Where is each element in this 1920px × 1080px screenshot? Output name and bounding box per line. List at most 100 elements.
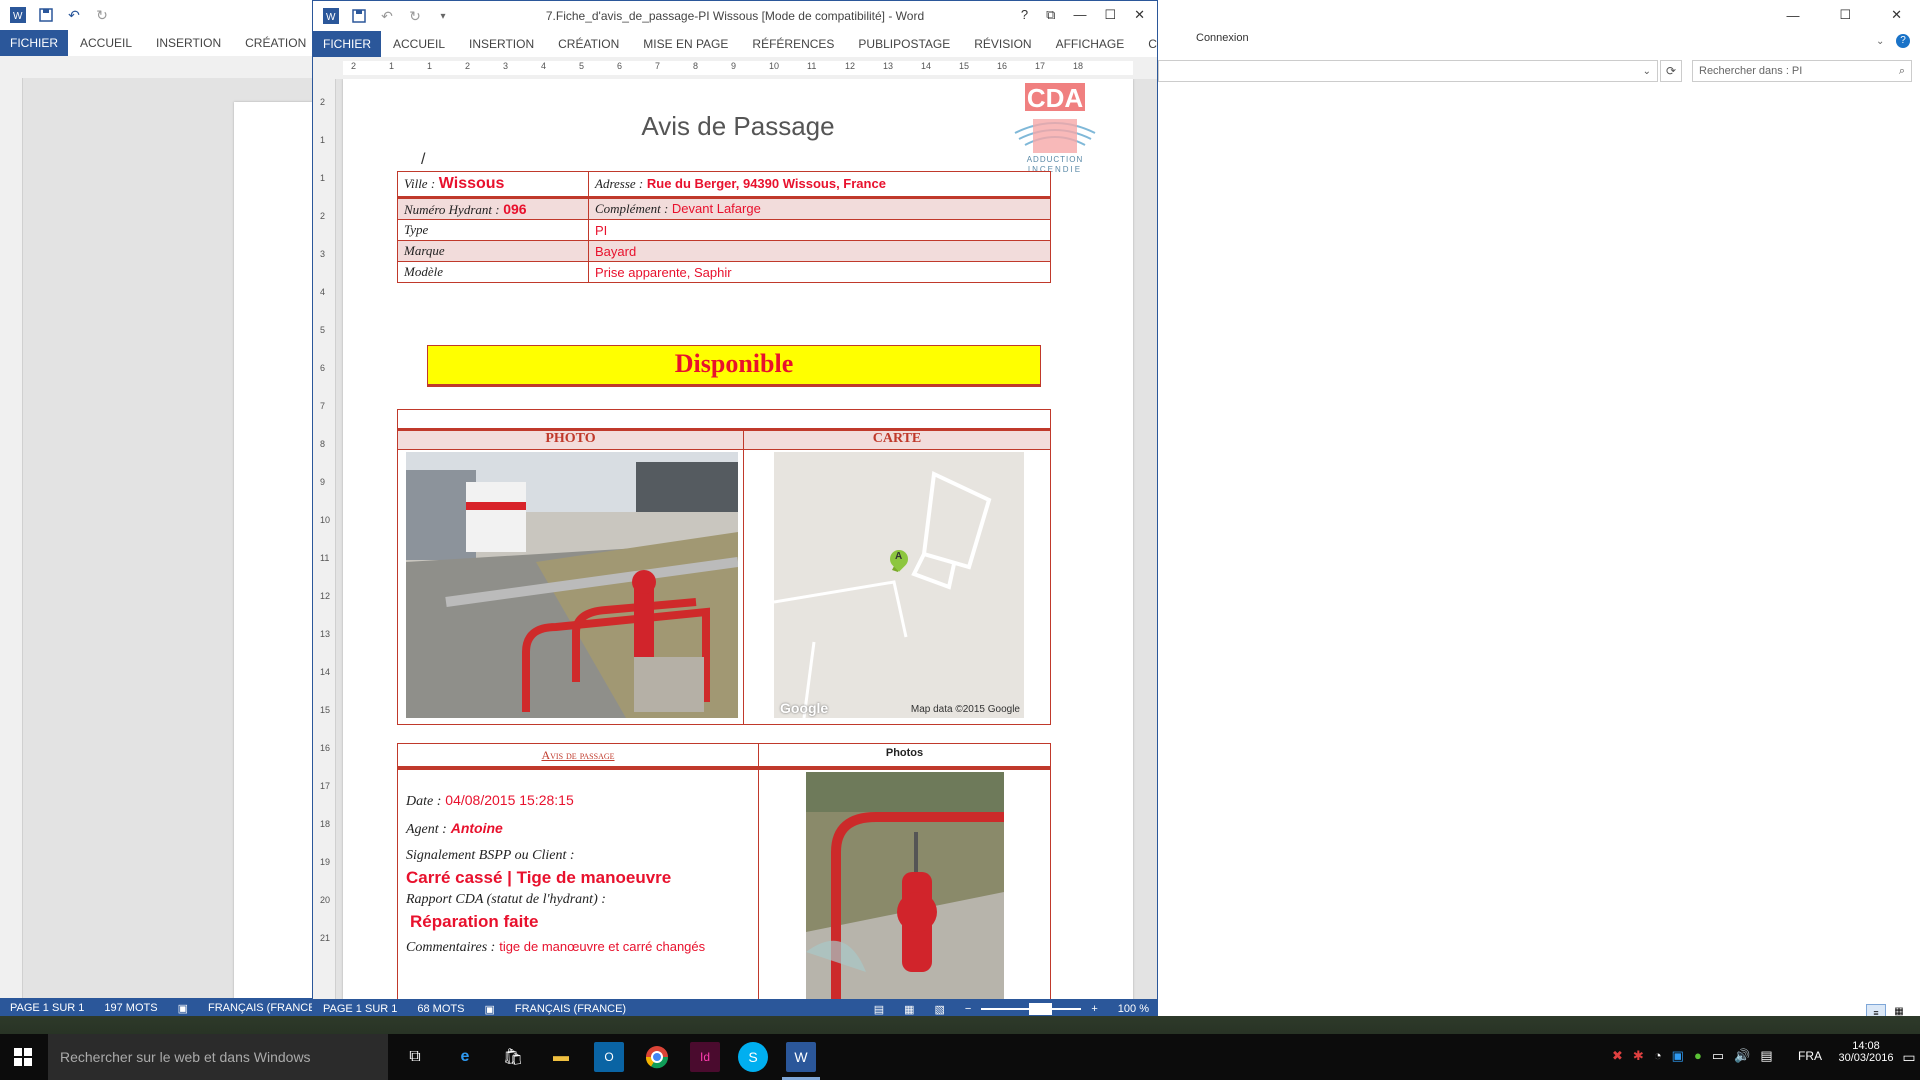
vruler-tick-label: 16 — [320, 743, 331, 753]
tray-language[interactable]: FRA — [1798, 1049, 1822, 1063]
tab-mise-en-page[interactable]: MISE EN PAGE — [631, 31, 740, 57]
tab-accueil[interactable]: ACCUEIL — [381, 31, 457, 57]
ruler-tick-label: 18 — [1073, 61, 1084, 71]
vruler-tick-label: 21 — [320, 933, 331, 943]
vertical-ruler: 2 1 1 2 3 4 5 6 7 8 9 10 11 12 13 14 15 16 17 18 19 20 21 — [313, 79, 336, 999]
tray-outlook-icon[interactable]: ▣ — [1672, 1048, 1684, 1064]
proofing-icon[interactable]: ▣ — [474, 1003, 504, 1016]
save-icon[interactable] — [36, 5, 56, 25]
store-icon[interactable]: 🛍 — [498, 1042, 528, 1072]
avis-header: Avis de passage — [541, 748, 615, 762]
undo-icon[interactable]: ↶ — [377, 6, 397, 26]
search-icon[interactable]: ⌕ — [1899, 65, 1905, 78]
vruler-tick-label: 10 — [320, 515, 331, 525]
numero-cell: Numéro Hydrant : 096 — [397, 197, 589, 220]
notification-icon[interactable]: ▭ — [1894, 1042, 1920, 1072]
minimize-icon[interactable]: — — [1073, 7, 1086, 23]
zoom-in-icon[interactable]: + — [1081, 1003, 1107, 1015]
start-button-icon[interactable] — [8, 1042, 38, 1072]
tray-battery-icon[interactable]: ▭ — [1712, 1048, 1724, 1064]
chrome-icon[interactable] — [642, 1042, 672, 1072]
avis-table: Avis de passage Photos Date : 04/08/2015… — [397, 743, 1051, 999]
background-word-window[interactable]: W ↶ ↻ FICHIER ACCUEIL INSERTION CRÉATION… — [0, 0, 319, 1018]
web-layout-icon[interactable]: ▧ — [925, 1003, 955, 1016]
skype-icon[interactable]: S — [738, 1042, 768, 1072]
ribbon-display-icon[interactable]: ⧉ — [1046, 7, 1055, 23]
collapse-ribbon-icon[interactable]: ⌄ — [1876, 36, 1884, 47]
bg-status-page[interactable]: PAGE 1 SUR 1 — [0, 1002, 94, 1014]
maximize-icon[interactable]: ☐ — [1104, 7, 1116, 23]
explorer-window[interactable]: — ☐ ✕ Connexion ⌄ ? ⌄ ⟳ Rechercher dans … — [1158, 0, 1920, 1022]
read-mode-icon[interactable]: ▤ — [864, 1003, 894, 1016]
connexion-link[interactable]: Connexion — [1196, 32, 1249, 44]
address-dropdown-icon[interactable]: ⌄ — [1643, 66, 1651, 77]
indesign-icon[interactable]: Id — [690, 1042, 720, 1072]
bg-tab-insertion[interactable]: INSERTION — [144, 30, 233, 56]
tab-insertion[interactable]: INSERTION — [457, 31, 546, 57]
tray-green-icon[interactable]: ● — [1694, 1048, 1702, 1064]
tray-clock[interactable]: 14:08 30/03/2016 — [1836, 1040, 1896, 1064]
outlook-icon[interactable]: O — [594, 1042, 624, 1072]
tab-references[interactable]: RÉFÉRENCES — [740, 31, 846, 57]
marque-label: Marque — [397, 240, 589, 262]
horizontal-ruler: 2 1 1 2 3 4 5 6 7 8 9 10 11 12 13 14 15 16 17 18 — [313, 57, 1157, 80]
status-lang[interactable]: FRANÇAIS (FRANCE) — [505, 1003, 636, 1015]
word-taskbar-icon[interactable]: W — [786, 1042, 816, 1072]
undo-icon[interactable]: ↶ — [64, 5, 84, 25]
edge-icon[interactable]: e — [450, 1042, 480, 1072]
close-icon[interactable]: ✕ — [1891, 7, 1902, 23]
customize-toolbar-icon[interactable]: ▾ — [433, 6, 453, 26]
status-words[interactable]: 68 MOTS — [407, 1003, 474, 1015]
refresh-icon[interactable]: ⟳ — [1660, 60, 1682, 82]
vruler-tick-label: 2 — [320, 211, 326, 221]
map-view[interactable]: A Google Map data ©2015 Google — [774, 452, 1024, 718]
help-icon[interactable]: ? — [1021, 7, 1028, 23]
rapport-value: Réparation faite — [410, 912, 539, 931]
close-icon[interactable]: ✕ — [1134, 7, 1145, 23]
tray-network-icon[interactable]: ✖ — [1612, 1048, 1623, 1064]
tray-volume-icon[interactable]: 🔊 — [1734, 1048, 1750, 1064]
taskbar-search[interactable]: Rechercher sur le web et dans Windows — [48, 1034, 388, 1080]
print-layout-icon[interactable]: ▦ — [894, 1003, 924, 1016]
redo-icon[interactable]: ↻ — [405, 6, 425, 26]
tab-publipostage[interactable]: PUBLIPOSTAGE — [846, 31, 962, 57]
tab-fichier[interactable]: FICHIER — [313, 31, 381, 57]
maximize-icon[interactable]: ☐ — [1839, 7, 1851, 23]
vruler-tick-label: 5 — [320, 325, 326, 335]
minimize-icon[interactable]: — — [1786, 8, 1799, 23]
bg-title-bar: W ↶ ↻ — [0, 0, 312, 30]
tab-creation[interactable]: CRÉATION — [546, 31, 631, 57]
ruler-tick-label: 11 — [807, 61, 817, 71]
tab-revision[interactable]: RÉVISION — [962, 31, 1043, 57]
bg-status-words[interactable]: 197 MOTS — [94, 1002, 167, 1014]
zoom-out-icon[interactable]: − — [955, 1003, 981, 1015]
vruler-tick-label: 7 — [320, 401, 326, 411]
bg-proofing-icon[interactable]: ▣ — [168, 1002, 198, 1015]
ruler-tick-label: 2 — [351, 61, 357, 71]
document-page[interactable]: CDA ADDUCTION INCENDIE Avis de Passage /… — [343, 79, 1133, 999]
zoom-level[interactable]: 100 % — [1108, 1003, 1159, 1015]
task-view-icon[interactable]: ⧉ — [400, 1042, 430, 1072]
logo-line1: ADDUCTION — [1026, 155, 1084, 164]
bg-tab-accueil[interactable]: ACCUEIL — [68, 30, 144, 56]
bg-tab-creation[interactable]: CRÉATION — [233, 30, 318, 56]
text-cursor: / — [421, 151, 426, 168]
bg-tab-fichier[interactable]: FICHIER — [0, 30, 68, 56]
word-window[interactable]: W ↶ ↻ ▾ 7.Fiche_d'avis_de_passage-PI Wis… — [312, 0, 1183, 1019]
tab-affichage[interactable]: AFFICHAGE — [1044, 31, 1137, 57]
bg-status-lang[interactable]: FRANÇAIS (FRANCE) — [198, 1002, 329, 1014]
zoom-slider[interactable] — [981, 1003, 1082, 1015]
modele-value: Prise apparente, Saphir — [588, 261, 1051, 283]
document-area[interactable]: 2 1 1 2 3 4 5 6 7 8 9 10 11 12 13 14 15 16 17 18 19 20 21 CDA … — [313, 79, 1157, 999]
address-bar[interactable]: ⌄ — [1158, 60, 1658, 82]
bg-horizontal-ruler — [0, 56, 312, 79]
status-page[interactable]: PAGE 1 SUR 1 — [313, 1003, 407, 1015]
search-box[interactable]: Rechercher dans : PI ⌕ — [1692, 60, 1912, 82]
save-icon[interactable] — [349, 6, 369, 26]
redo-icon[interactable]: ↻ — [92, 5, 112, 25]
tray-message-icon[interactable]: ▤ — [1760, 1048, 1772, 1064]
help-icon[interactable]: ? — [1896, 34, 1910, 48]
file-explorer-icon[interactable]: ▬ — [546, 1042, 576, 1072]
tray-wifi-icon[interactable]: ◔ — [1654, 1048, 1662, 1064]
tray-app-icon[interactable]: ✱ — [1633, 1048, 1644, 1064]
